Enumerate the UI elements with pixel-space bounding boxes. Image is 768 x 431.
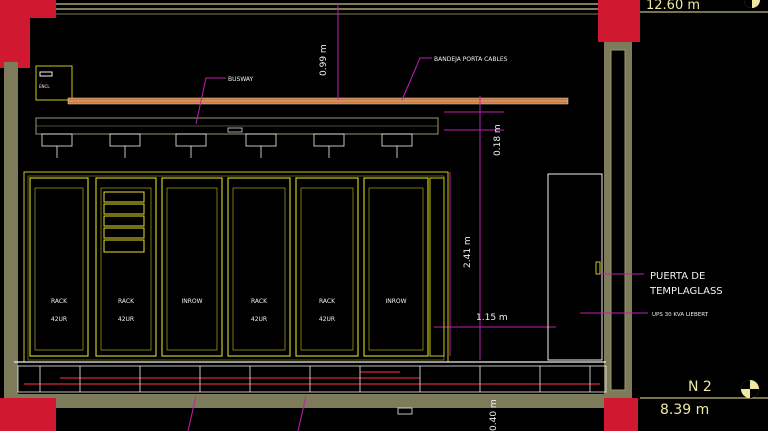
glass-door-handle xyxy=(595,261,601,275)
rack-row-outline-inner xyxy=(27,175,445,361)
level-top-value: 12.60 m xyxy=(646,0,700,13)
rack-2-shelves xyxy=(103,191,145,253)
column-bottom-right xyxy=(604,398,638,431)
rack-1-units: 42UR xyxy=(51,316,67,323)
inrow-unit-2: INROW xyxy=(363,177,429,357)
busway-connector xyxy=(227,127,243,133)
rack-cabinet-3: RACK 42UR xyxy=(227,177,291,357)
wall-enclosure-box xyxy=(35,65,73,101)
column-top-left xyxy=(0,0,30,68)
floor-drain xyxy=(397,407,413,415)
rack-3-name: RACK xyxy=(251,298,268,305)
level-bottom-label: N 2 xyxy=(688,379,712,395)
inrow-unit-1: INROW xyxy=(161,177,223,357)
wall-left xyxy=(4,62,18,402)
end-panel xyxy=(429,177,445,357)
inrow-1-name: INROW xyxy=(181,298,202,305)
level-bottom-symbol-icon xyxy=(741,380,759,398)
column-bottom-left xyxy=(0,398,56,431)
door-label-line2: TEMPLAGLASS xyxy=(649,286,723,297)
dim-115-text: 1.15 m xyxy=(476,313,508,323)
rack-2-name: RACK xyxy=(118,298,135,305)
level-bottom-value: 8.39 m xyxy=(660,402,709,418)
ups-label: UPS 30 KVA LIEBERT xyxy=(652,312,709,318)
level-top-symbol-icon xyxy=(744,0,760,8)
rack-3-units: 42UR xyxy=(251,316,267,323)
column-top-right xyxy=(598,0,640,42)
rack-2-units: 42UR xyxy=(118,316,134,323)
rack-1-name: RACK xyxy=(51,298,68,305)
ceiling-slab xyxy=(17,3,619,10)
inrow-2-name: INROW xyxy=(385,298,406,305)
floor-pedestals xyxy=(39,366,591,392)
cad-elevation-drawing: 12.60 m ENCL BANDEJA PORTA CABLES BUSWAY… xyxy=(0,0,768,431)
door-label-line1: PUERTA DE xyxy=(650,271,705,282)
column-top-left-inner xyxy=(30,0,56,18)
dim-099-text: 0.99 m xyxy=(319,44,329,76)
rack-cabinet-4: RACK 42UR xyxy=(295,177,359,357)
glass-door xyxy=(547,173,603,361)
floor-slab xyxy=(14,394,614,408)
busway-tap-boxes xyxy=(41,133,413,158)
wall-right-inner xyxy=(610,49,626,391)
rack-cabinet-2: RACK 42UR xyxy=(95,177,157,357)
elevation-canvas: 12.60 m ENCL BANDEJA PORTA CABLES BUSWAY… xyxy=(0,0,768,431)
tray-label: BANDEJA PORTA CABLES xyxy=(434,56,508,63)
wall-enclosure-slot xyxy=(39,71,53,77)
dim-241-text: 2.41 m xyxy=(463,236,473,268)
rack-4-units: 42UR xyxy=(319,316,335,323)
busway-label: BUSWAY xyxy=(228,76,254,83)
rack-cabinet-1: RACK 42UR xyxy=(29,177,89,357)
underfloor-cabling xyxy=(24,371,600,385)
dim-018-text: 0.18 m xyxy=(493,124,503,156)
tray-leader xyxy=(401,57,432,101)
wall-enclosure-label: ENCL xyxy=(39,84,50,89)
raised-floor-frame xyxy=(17,365,607,393)
rack-4-name: RACK xyxy=(319,298,336,305)
dim-040-text: 0.40 m xyxy=(489,399,499,431)
